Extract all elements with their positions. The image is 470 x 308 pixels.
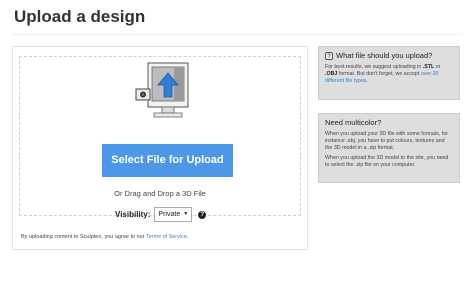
page-title: Upload a design (14, 7, 146, 26)
multicolor-text-1: When you upload your 3D file with some f… (325, 131, 449, 151)
terms-notice: By uploading content to Sculpteo, you ag… (21, 234, 188, 240)
question-box-icon: ? (325, 51, 333, 60)
visibility-label: Visibility: (115, 210, 151, 219)
terms-prefix: By uploading content to Sculpteo, you ag… (21, 234, 146, 240)
file-type-text-b: or (434, 64, 441, 70)
file-type-card-title: ? What file should you upload? (325, 51, 453, 60)
file-type-text-d: . (366, 78, 368, 84)
visibility-select[interactable]: Private ▼ (154, 207, 193, 222)
file-type-card: ? What file should you upload? For best … (318, 46, 460, 100)
stl-ext: .STL (422, 64, 435, 70)
obj-ext: .OBJ (325, 71, 338, 77)
dropdown-arrow-icon: ▼ (183, 211, 189, 217)
file-type-card-heading: What file should you upload? (336, 51, 433, 60)
drop-zone[interactable]: Select File for Upload Or Drag and Drop … (19, 56, 301, 216)
title-divider (12, 34, 462, 35)
question-circle-icon[interactable]: ? (198, 210, 207, 219)
select-file-button[interactable]: Select File for Upload (102, 144, 233, 177)
terms-suffix: . (186, 234, 189, 240)
multicolor-card-title: Need multicolor? (325, 118, 382, 127)
terms-of-service-link[interactable]: Terms of Service (146, 234, 187, 240)
file-type-text-a: For best results, we suggest uploading i… (325, 64, 423, 70)
file-type-card-text: For best results, we suggest uploading i… (325, 64, 453, 85)
drag-drop-hint: Or Drag and Drop a 3D File (114, 189, 206, 198)
multicolor-text-2: When you upload the 3D model to the site… (325, 155, 449, 168)
file-type-text-c: format. But don't forget, we accept (337, 71, 421, 77)
visibility-row: Visibility: Private ▼ ? (115, 207, 207, 222)
visibility-value: Private (158, 211, 181, 218)
upload-panel: Select File for Upload Or Drag and Drop … (12, 46, 308, 250)
computer-upload-icon (135, 62, 189, 118)
multicolor-card: Need multicolor? When you upload your 3D… (318, 113, 460, 183)
